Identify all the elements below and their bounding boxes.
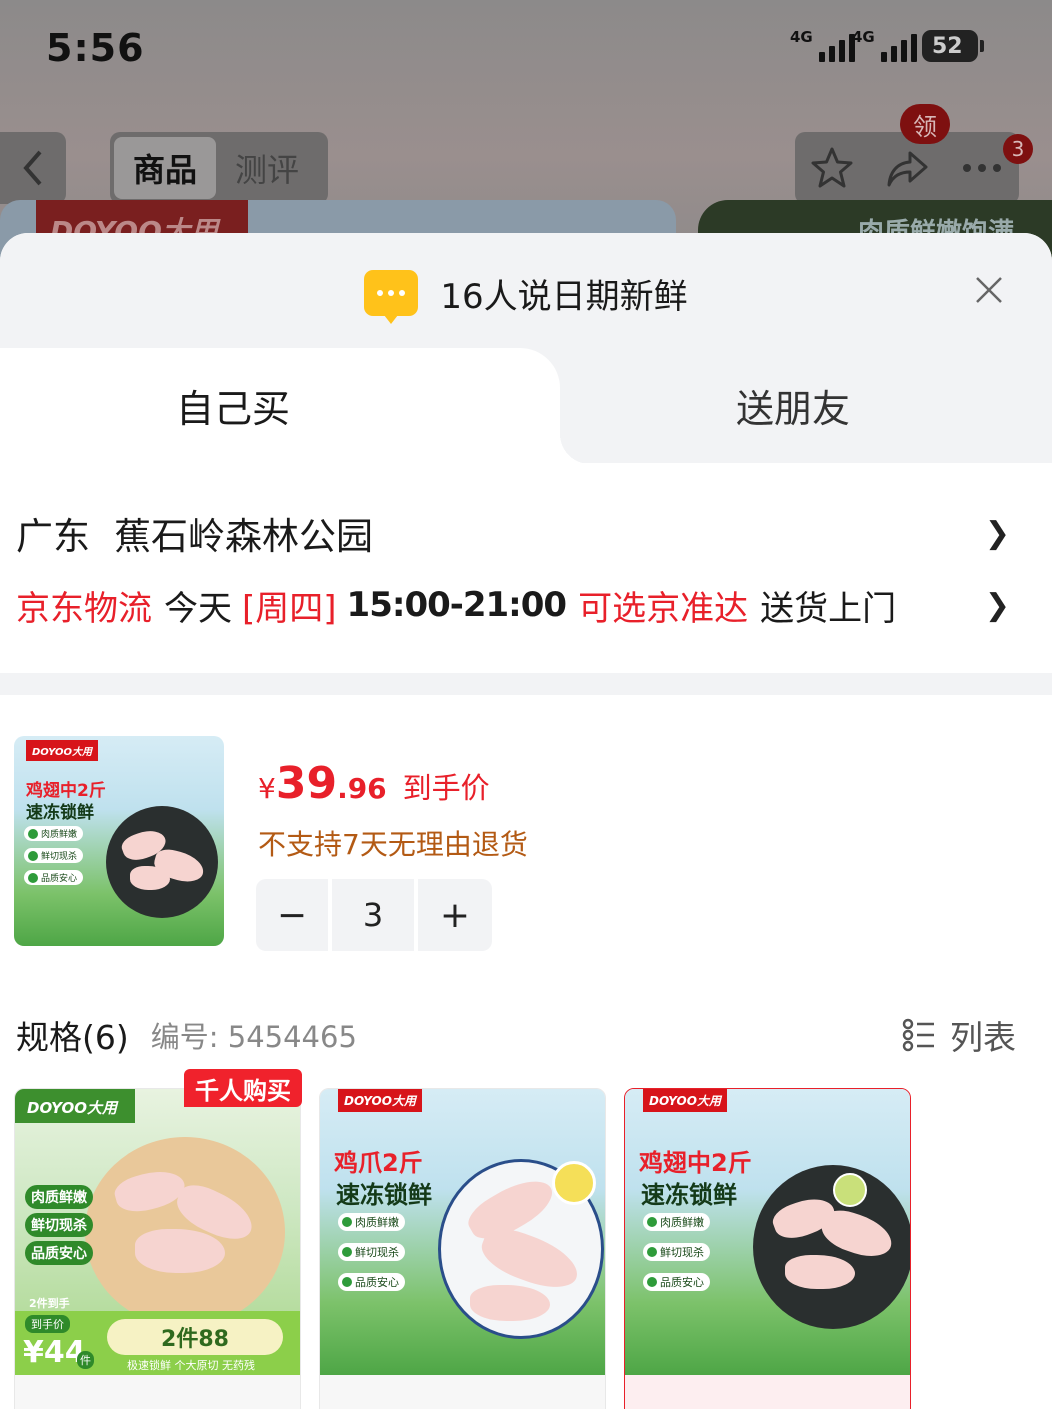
- close-icon[interactable]: [974, 275, 1004, 305]
- nav-actions: [795, 132, 1019, 204]
- message-count-badge: 3: [1003, 134, 1033, 164]
- brand-logo: DOYOO大用: [643, 1089, 727, 1112]
- feature-badge: 肉质鲜嫩: [24, 826, 84, 841]
- freshness-notice: 16人说日期新鲜: [0, 265, 1052, 324]
- spec-options: DOYOO大用 肉质鲜嫩 鲜切现杀 品质安心 2件到手 到手价 ¥44 件 2件…: [0, 1069, 1052, 1409]
- price: ¥ 39 .96 到手价: [258, 758, 490, 809]
- list-icon: [902, 1018, 934, 1052]
- hot-tag: 千人购买: [184, 1069, 302, 1107]
- address-province: 广东: [16, 515, 90, 558]
- card-title-red: 鸡翅中2斤: [639, 1149, 752, 1177]
- status-time: 5:56: [46, 26, 145, 70]
- card-title-dark: 速冻锁鲜: [336, 1181, 432, 1209]
- price-currency: ¥: [258, 772, 276, 805]
- delivery-day: 今天: [164, 588, 232, 629]
- feature-badge: 品质安心: [24, 870, 84, 885]
- delivery-method: 送货上门: [760, 588, 897, 629]
- battery-icon: 52: [922, 30, 984, 62]
- feature-badge: 鲜切现杀: [24, 848, 84, 863]
- list-toggle-label: 列表: [950, 1018, 1016, 1057]
- address-row[interactable]: 广东 蕉石岭森林公园 ❯: [16, 505, 1016, 561]
- status-bar: 5:56 4G 4G 52: [0, 0, 1052, 100]
- spec-title: 规格(6): [16, 1018, 129, 1057]
- promo-price: ¥44: [23, 1335, 86, 1370]
- feature-badge: 品质安心: [25, 1241, 93, 1265]
- star-icon: [811, 147, 853, 188]
- battery-level: 52: [932, 33, 963, 59]
- increase-button[interactable]: +: [418, 879, 492, 951]
- price-label: 到手价: [402, 771, 490, 805]
- share-icon: [887, 151, 928, 187]
- purchase-sheet: 16人说日期新鲜 自己买 送朋友 广东 蕉石岭森林公园 ❯ 京东物流 今天 [周四…: [0, 233, 1052, 1409]
- share-button[interactable]: [881, 142, 933, 194]
- feature-badge: 肉质鲜嫩: [643, 1213, 710, 1231]
- feature-badge: 鲜切现杀: [25, 1213, 93, 1237]
- thumb-title-dark: 速冻锁鲜: [26, 803, 94, 823]
- product-thumbnail[interactable]: DOYOO大用 鸡翅中2斤 速冻锁鲜 肉质鲜嫩 鲜切现杀 品质安心: [14, 736, 224, 946]
- brand-logo: DOYOO大用: [15, 1089, 135, 1123]
- address-place: 蕉石岭森林公园: [114, 515, 373, 558]
- feature-badge: 品质安心: [643, 1273, 710, 1291]
- list-view-toggle[interactable]: 列表: [902, 1011, 1016, 1059]
- chat-bubble-icon: [364, 270, 419, 324]
- more-button[interactable]: [956, 142, 1008, 194]
- feature-badge: 肉质鲜嫩: [338, 1213, 405, 1231]
- delivery-window: 15:00-21:00: [346, 585, 568, 625]
- chevron-right-icon: ❯: [984, 515, 1010, 551]
- decrease-button[interactable]: −: [256, 879, 328, 951]
- promo-unit: 件: [77, 1351, 94, 1369]
- brand-logo: DOYOO大用: [338, 1089, 422, 1112]
- spec-header: 规格(6) 编号: 5454465 列表: [16, 1013, 1016, 1057]
- signal-label: 4G: [790, 28, 813, 46]
- chevron-right-icon: ❯: [984, 587, 1010, 623]
- card-title-dark: 速冻锁鲜: [641, 1181, 737, 1209]
- feature-badge: 品质安心: [338, 1273, 405, 1291]
- spec-code: 编号: 5454465: [150, 1020, 357, 1054]
- feature-badge: 鲜切现杀: [338, 1243, 405, 1261]
- promo-label: 到手价: [25, 1315, 70, 1333]
- tab-review[interactable]: 测评: [216, 137, 318, 199]
- back-button[interactable]: [0, 132, 66, 204]
- tab-buy-self-label: 自己买: [176, 387, 291, 431]
- notice-text: 16人说日期新鲜: [440, 276, 688, 317]
- signal-label: 4G: [852, 28, 875, 46]
- spec-option-card[interactable]: DOYOO大用 鸡爪2斤 速冻锁鲜 肉质鲜嫩 鲜切现杀 品质安心: [319, 1088, 606, 1409]
- return-policy-note: 不支持7天无理由退货: [258, 828, 528, 861]
- coupon-badge[interactable]: 领: [900, 104, 950, 144]
- promo-top: 2件到手: [29, 1297, 70, 1310]
- favorite-button[interactable]: [806, 142, 858, 194]
- more-icon: [962, 164, 1001, 172]
- spec-option-card[interactable]: DOYOO大用 肉质鲜嫩 鲜切现杀 品质安心 2件到手 到手价 ¥44 件 2件…: [14, 1088, 301, 1409]
- delivery-row[interactable]: 京东物流 今天 [周四] 15:00-21:00 可选京准达 送货上门 ❯: [16, 577, 1016, 633]
- signal-icon: 4G: [852, 28, 917, 62]
- quantity-value[interactable]: 3: [332, 879, 414, 951]
- nav-tabs: 商品 测评: [110, 132, 328, 204]
- delivery-weekday: [周四]: [242, 588, 337, 629]
- signal-icon: 4G: [790, 28, 855, 62]
- back-chevron-icon: [23, 150, 42, 186]
- tab-product[interactable]: 商品: [114, 137, 216, 199]
- feature-badge: 鲜切现杀: [643, 1243, 710, 1261]
- delivery-carrier: 京东物流: [16, 588, 152, 629]
- brand-logo: DOYOO大用: [26, 740, 98, 761]
- section-divider: [0, 673, 1052, 695]
- sheet-header: 16人说日期新鲜 自己买 送朋友: [0, 233, 1052, 464]
- promo-deal: 2件88: [107, 1319, 283, 1355]
- spec-option-card-selected[interactable]: DOYOO大用 鸡翅中2斤 速冻锁鲜 肉质鲜嫩 鲜切现杀 品质安心: [624, 1088, 911, 1409]
- tab-buy-self[interactable]: 自己买: [0, 348, 590, 464]
- feature-badge: 肉质鲜嫩: [25, 1185, 93, 1209]
- price-integer: 39: [275, 758, 338, 809]
- background-page: 5:56 4G 4G 52 商品 测评 领 3 DOYOO大用 肉质鲜嫩饱满: [0, 0, 1052, 260]
- buy-mode-tabs: 自己买 送朋友: [0, 348, 1052, 464]
- price-decimal: .96: [337, 772, 387, 805]
- delivery-option: 可选京准达: [578, 588, 749, 629]
- promo-foot: 极速锁鲜 个大原切 无药残: [127, 1359, 255, 1372]
- tab-gift-friend[interactable]: 送朋友: [736, 378, 850, 433]
- card-title-red: 鸡爪2斤: [334, 1149, 423, 1177]
- quantity-stepper: − 3 +: [256, 879, 494, 951]
